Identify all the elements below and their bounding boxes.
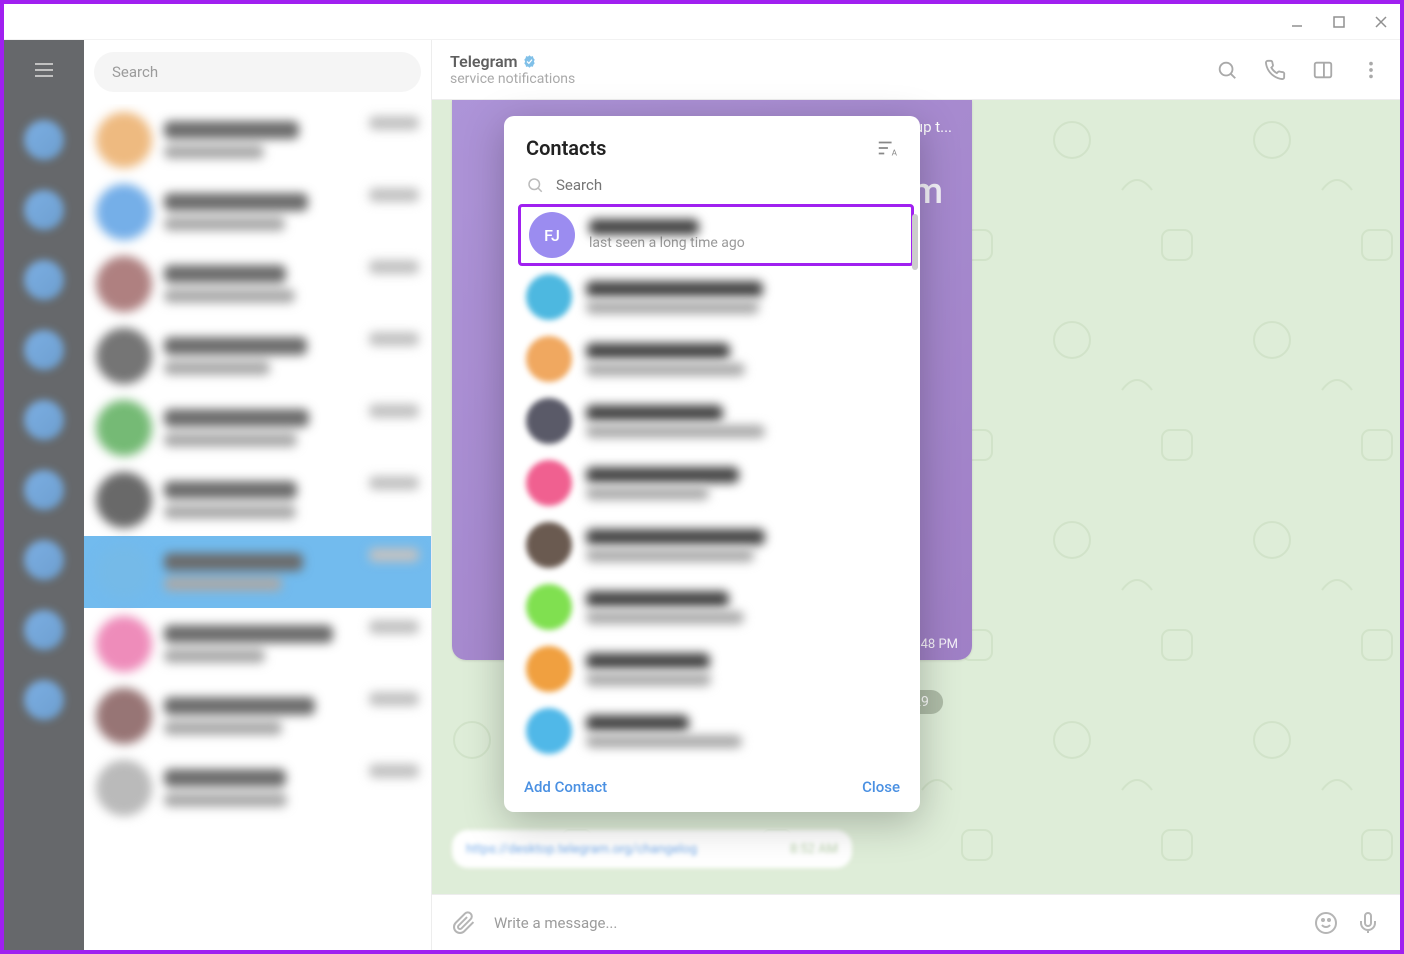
message-input[interactable]	[494, 914, 1296, 932]
avatar	[526, 584, 572, 630]
folder-item[interactable]	[24, 680, 64, 720]
contact-name	[586, 529, 765, 545]
contact-row[interactable]	[518, 638, 914, 700]
search-icon[interactable]	[1216, 59, 1238, 81]
avatar	[526, 646, 572, 692]
contact-name	[586, 591, 729, 607]
message-time: 8:52 AM	[790, 842, 838, 857]
chat-item[interactable]	[84, 320, 431, 392]
avatar	[526, 460, 572, 506]
minimize-icon[interactable]	[1290, 15, 1304, 29]
folder-item[interactable]	[24, 470, 64, 510]
avatar	[526, 336, 572, 382]
search-icon	[526, 176, 544, 194]
contact-status	[586, 487, 709, 500]
contacts-modal: Contacts A FJ last seen a long time ago …	[504, 116, 920, 812]
avatar	[526, 398, 572, 444]
folder-item[interactable]	[24, 260, 64, 300]
sort-icon[interactable]: A	[876, 137, 898, 159]
contact-name	[586, 405, 723, 421]
avatar: FJ	[529, 212, 575, 258]
contact-status	[586, 425, 765, 438]
folder-sidebar	[4, 40, 84, 950]
svg-text:A: A	[892, 148, 898, 158]
add-contact-button[interactable]: Add Contact	[524, 778, 607, 796]
chat-subtitle: service notifications	[450, 71, 1216, 87]
contact-row[interactable]	[518, 266, 914, 328]
chat-item[interactable]	[84, 176, 431, 248]
voice-icon[interactable]	[1356, 911, 1380, 935]
contact-row[interactable]	[518, 452, 914, 514]
chat-title: Telegram	[450, 52, 1216, 71]
avatar	[526, 708, 572, 754]
scrollbar[interactable]	[912, 214, 918, 270]
contacts-search-input[interactable]	[556, 176, 898, 194]
chat-list	[84, 40, 432, 950]
folder-item[interactable]	[24, 120, 64, 160]
contact-row[interactable]: FJ last seen a long time ago	[518, 204, 914, 266]
chat-item[interactable]	[84, 536, 431, 608]
contact-name	[586, 343, 730, 359]
contact-status	[586, 735, 742, 748]
attach-icon[interactable]	[452, 911, 476, 935]
emoji-icon[interactable]	[1314, 911, 1338, 935]
panel-icon[interactable]	[1312, 59, 1334, 81]
contact-name	[586, 467, 739, 483]
contact-status	[586, 611, 744, 624]
message-composer	[432, 894, 1400, 950]
chat-item[interactable]	[84, 248, 431, 320]
message-link[interactable]: https://desktop.telegram.org/changelog 8…	[452, 830, 852, 868]
contact-name	[586, 715, 689, 731]
folder-item[interactable]	[24, 400, 64, 440]
contact-row[interactable]	[518, 328, 914, 390]
contact-row[interactable]	[518, 514, 914, 576]
verified-icon	[522, 54, 537, 69]
chat-item[interactable]	[84, 752, 431, 824]
chat-item[interactable]	[84, 680, 431, 752]
contacts-title: Contacts	[526, 136, 606, 160]
chat-item[interactable]	[84, 608, 431, 680]
contact-status	[586, 549, 754, 562]
search-input[interactable]	[94, 52, 421, 92]
close-icon[interactable]	[1374, 15, 1388, 29]
chat-item[interactable]	[84, 464, 431, 536]
folder-item[interactable]	[24, 540, 64, 580]
contact-row[interactable]	[518, 700, 914, 762]
folder-item[interactable]	[24, 330, 64, 370]
close-button[interactable]: Close	[862, 778, 900, 796]
more-icon[interactable]	[1360, 59, 1382, 81]
window-titlebar	[4, 4, 1400, 40]
contact-name	[589, 219, 699, 235]
call-icon[interactable]	[1264, 59, 1286, 81]
contact-row[interactable]	[518, 576, 914, 638]
contact-name	[586, 281, 763, 297]
chat-item[interactable]	[84, 392, 431, 464]
folder-item[interactable]	[24, 610, 64, 650]
chat-header: Telegram service notifications	[432, 40, 1400, 100]
contact-status: last seen a long time ago	[589, 235, 903, 251]
avatar	[526, 522, 572, 568]
avatar	[526, 274, 572, 320]
maximize-icon[interactable]	[1332, 15, 1346, 29]
contact-name	[586, 653, 710, 669]
contact-status	[586, 301, 759, 314]
contact-row[interactable]	[518, 390, 914, 452]
chat-item[interactable]	[84, 104, 431, 176]
contact-status	[586, 363, 745, 376]
contact-status	[586, 673, 711, 686]
menu-button[interactable]	[24, 50, 64, 90]
folder-item[interactable]	[24, 190, 64, 230]
